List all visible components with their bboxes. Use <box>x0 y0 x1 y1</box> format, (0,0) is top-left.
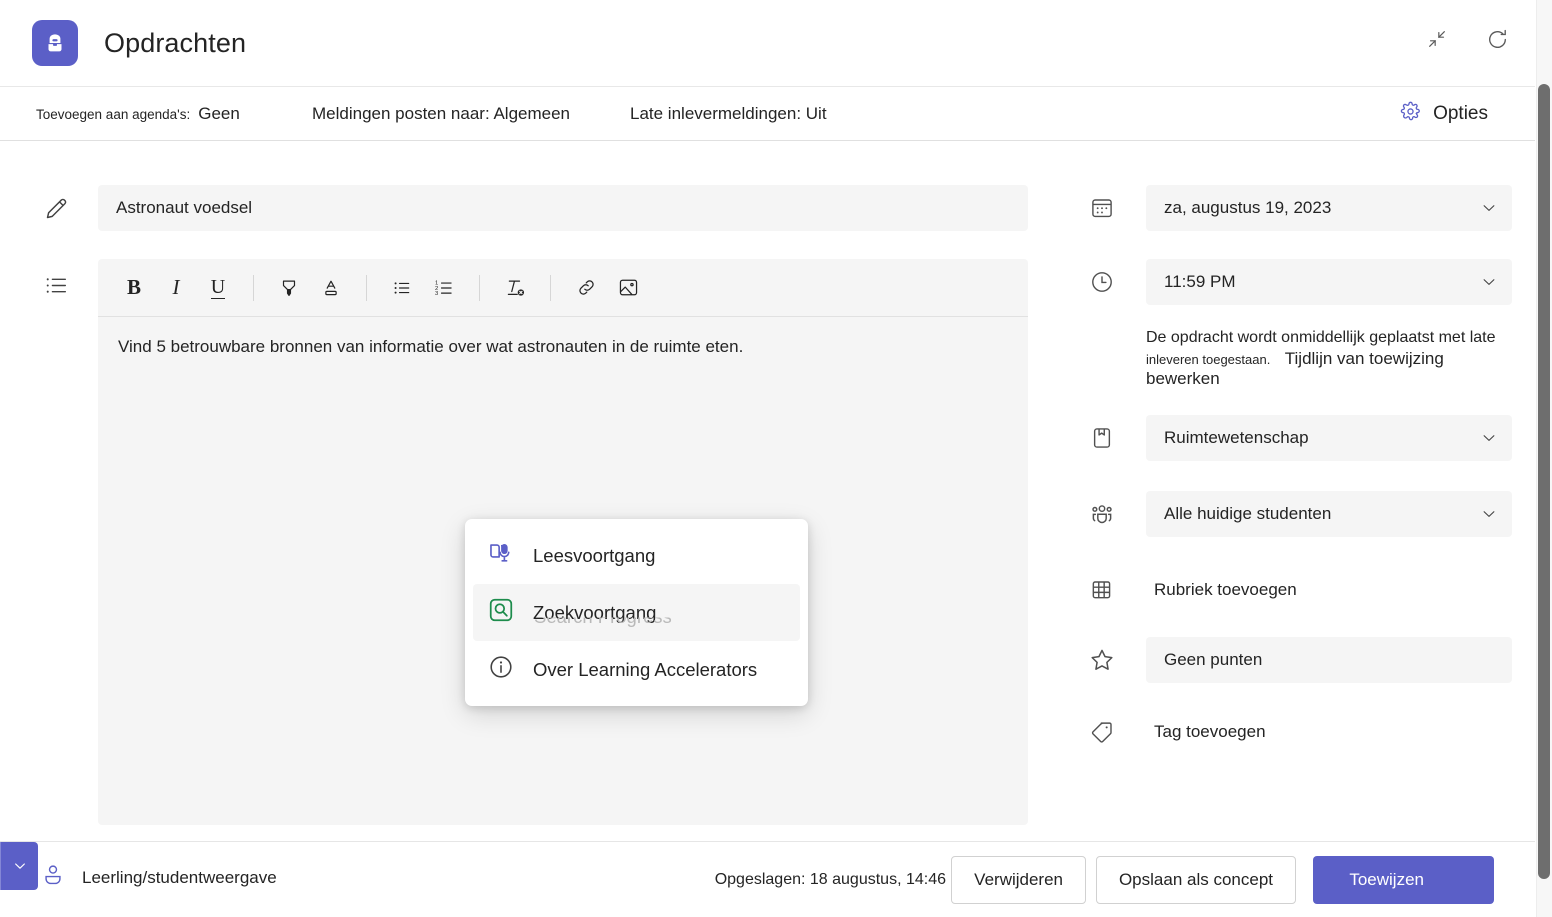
add-to-calendars[interactable]: Toevoegen aan agenda's: Geen <box>36 104 240 124</box>
info-icon <box>487 653 515 686</box>
assignees-row: Alle huidige studenten <box>1080 491 1536 537</box>
add-to-calendars-value: Geen <box>198 104 240 123</box>
assignments-window: Opdrachten Toevoegen aan agenda's: Geen M… <box>0 0 1552 917</box>
gear-icon <box>1400 101 1421 127</box>
person-icon <box>40 862 66 893</box>
due-date-row: za, augustus 19, 2023 <box>1080 185 1536 231</box>
toolbar-divider <box>550 275 551 301</box>
refresh-icon[interactable] <box>1480 22 1514 56</box>
assign-label: Toewijzen <box>1349 870 1424 890</box>
menu-item-about-learning-accelerators[interactable]: Over Learning Accelerators <box>473 641 800 698</box>
menu-item-label: Leesvoortgang <box>533 545 655 567</box>
clock-icon <box>1080 269 1124 295</box>
grid-table-icon <box>1080 577 1124 603</box>
points-select[interactable]: Geen punten <box>1146 637 1512 683</box>
category-value: Ruimtewetenschap <box>1164 428 1309 448</box>
chevron-down-icon <box>1480 505 1498 523</box>
notification-channel[interactable]: Meldingen posten naar: Algemeen <box>312 104 570 124</box>
chevron-down-icon <box>1480 199 1498 217</box>
late-submission-setting[interactable]: Late inlevermeldingen: Uit <box>630 104 827 124</box>
menu-item-label: Over Learning Accelerators <box>533 659 757 681</box>
due-time-row: 11:59 PM <box>1080 259 1536 305</box>
options-label: Opties <box>1433 103 1488 125</box>
backpack-icon <box>32 20 78 66</box>
category-row: Ruimtewetenschap <box>1080 415 1536 461</box>
link-icon[interactable] <box>566 268 606 308</box>
save-draft-button[interactable]: Opslaan als concept <box>1096 856 1296 904</box>
assign-button[interactable]: Toewijzen <box>1313 856 1494 904</box>
numbered-list-icon[interactable]: 1 2 3 <box>424 268 464 308</box>
points-value: Geen punten <box>1164 650 1262 670</box>
pencil-icon <box>36 188 76 228</box>
options-button[interactable]: Opties <box>1400 101 1488 127</box>
clear-formatting-icon[interactable] <box>495 268 535 308</box>
assignment-footer: Leerling/studentweergave Opgeslagen: 18 … <box>0 841 1536 917</box>
tag-row: Tag toevoegen <box>1080 709 1536 755</box>
add-to-calendars-label: Toevoegen aan agenda's: <box>36 107 190 122</box>
saved-timestamp: Opgeslagen: 18 augustus, 14:46 <box>715 871 946 889</box>
menu-item-reading-progress[interactable]: Leesvoortgang <box>473 527 800 584</box>
instructions-text[interactable]: Vind 5 betrouwbare bronnen van informati… <box>98 317 1028 378</box>
chevron-down-icon <box>1480 429 1498 447</box>
bulleted-list-icon[interactable] <box>382 268 422 308</box>
menu-item-search-progress[interactable]: Zoekvoortgang Search Progress <box>473 584 800 641</box>
header-actions <box>1420 22 1514 56</box>
rubric-row: Rubriek toevoegen <box>1080 567 1536 613</box>
due-time-value: 11:59 PM <box>1164 272 1236 292</box>
assignees-value: Alle huidige studenten <box>1164 504 1331 524</box>
assignees-select[interactable]: Alle huidige studenten <box>1146 491 1512 537</box>
due-date-select[interactable]: za, augustus 19, 2023 <box>1146 185 1512 231</box>
bold-icon[interactable]: B <box>114 268 154 308</box>
toolbar-divider <box>253 275 254 301</box>
schedule-note: De opdracht wordt onmiddellijk geplaatst… <box>1146 327 1516 389</box>
schedule-note-line2: inleveren toegestaan. <box>1146 352 1270 367</box>
assignment-title-input[interactable]: Astronaut voedsel <box>98 185 1028 231</box>
list-icon <box>36 265 76 305</box>
add-tag-button[interactable]: Tag toevoegen <box>1150 709 1516 755</box>
scrollbar-thumb[interactable] <box>1538 84 1550 879</box>
category-select[interactable]: Ruimtewetenschap <box>1146 415 1512 461</box>
add-rubric-button[interactable]: Rubriek toevoegen <box>1150 567 1516 613</box>
people-icon <box>1080 500 1124 528</box>
app-header: Opdrachten <box>0 0 1536 86</box>
calendar-icon <box>1080 195 1124 221</box>
bookmark-icon <box>1080 425 1124 451</box>
points-row: Geen punten <box>1080 637 1536 683</box>
due-date-value: za, augustus 19, 2023 <box>1164 198 1331 218</box>
underline-icon[interactable]: U <box>198 268 238 308</box>
chevron-down-icon <box>1480 273 1498 291</box>
delete-button[interactable]: Verwijderen <box>951 856 1086 904</box>
star-icon <box>1080 646 1124 674</box>
assignment-details-panel: za, augustus 19, 2023 11:59 PM <box>1080 141 1536 755</box>
italic-icon[interactable]: I <box>156 268 196 308</box>
reading-progress-icon <box>487 539 515 572</box>
tag-icon <box>1080 719 1124 745</box>
svg-text:3: 3 <box>435 291 438 297</box>
font-color-icon[interactable] <box>311 268 351 308</box>
toolbar-divider <box>479 275 480 301</box>
vertical-scrollbar[interactable] <box>1536 0 1552 917</box>
schedule-note-line1: De opdracht wordt onmiddellijk geplaatst… <box>1146 327 1516 349</box>
page-title: Opdrachten <box>104 28 246 59</box>
highlight-icon[interactable] <box>269 268 309 308</box>
student-view-label: Leerling/studentweergave <box>82 868 277 888</box>
image-icon[interactable] <box>608 268 648 308</box>
student-view-button[interactable]: Leerling/studentweergave <box>40 862 277 893</box>
learning-accelerators-menu: Leesvoortgang Zoekvoortgang Search Progr… <box>465 519 808 706</box>
search-progress-icon <box>487 596 515 629</box>
assign-options-chevron[interactable] <box>0 842 38 890</box>
collapse-diagonal-icon[interactable] <box>1420 22 1454 56</box>
formatting-toolbar: B I U <box>98 259 1028 317</box>
assignment-body: Astronaut voedsel B I U <box>0 141 1536 841</box>
toolbar-divider <box>366 275 367 301</box>
due-time-select[interactable]: 11:59 PM <box>1146 259 1512 305</box>
assignment-options-bar: Toevoegen aan agenda's: Geen Meldingen po… <box>0 86 1536 141</box>
menu-item-label: Zoekvoortgang <box>533 602 656 624</box>
